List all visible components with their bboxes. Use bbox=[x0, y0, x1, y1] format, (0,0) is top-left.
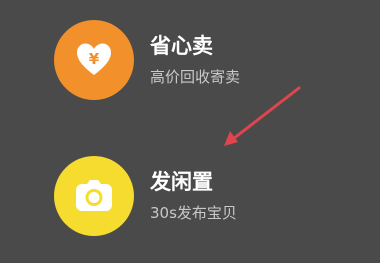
option-title: 省心卖 bbox=[150, 34, 213, 58]
sell-options-screen: ¥ 省心卖 高价回收寄卖 发闲置 30s发布宝贝 bbox=[0, 0, 380, 263]
sell-worry-free-button[interactable]: ¥ bbox=[54, 20, 134, 100]
svg-text:¥: ¥ bbox=[89, 50, 100, 68]
option-title: 发闲置 bbox=[150, 170, 213, 194]
option-subtitle: 高价回收寄卖 bbox=[150, 68, 241, 86]
heart-yen-icon: ¥ bbox=[77, 43, 111, 75]
post-idle-button[interactable] bbox=[54, 156, 134, 236]
option-subtitle: 30s发布宝贝 bbox=[150, 204, 237, 222]
option-sell-worry-free[interactable]: ¥ 省心卖 高价回收寄卖 bbox=[54, 20, 240, 100]
camera-icon bbox=[76, 180, 112, 211]
option-post-idle[interactable]: 发闲置 30s发布宝贝 bbox=[54, 156, 237, 236]
